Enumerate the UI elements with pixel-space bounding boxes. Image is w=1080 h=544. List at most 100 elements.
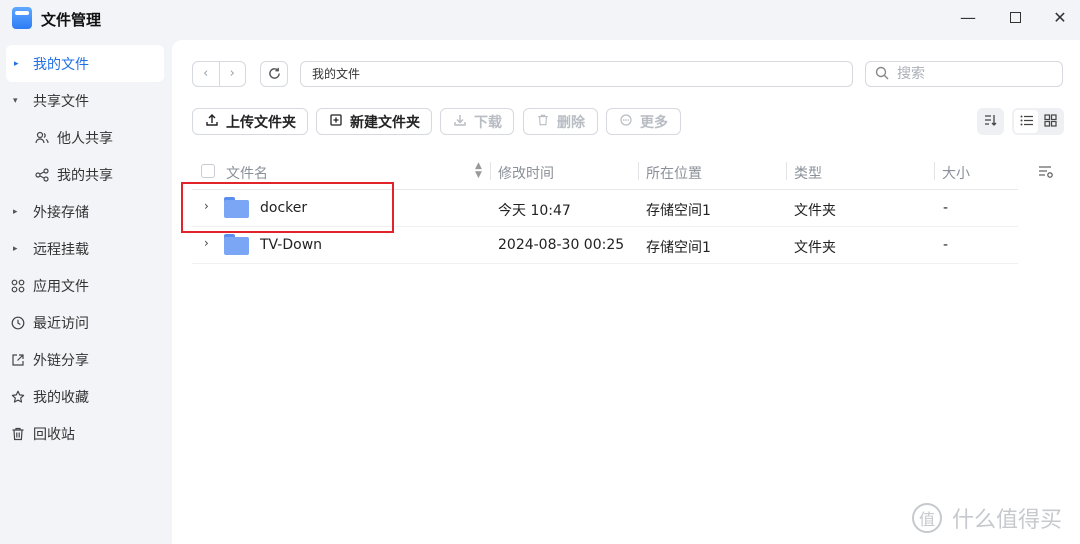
caret-right-icon: ▸: [13, 206, 18, 217]
refresh-button[interactable]: [260, 61, 288, 87]
sidebar-item-recycle-bin[interactable]: 回收站: [0, 415, 170, 452]
link-share-icon: [10, 352, 25, 367]
view-mode-toggle: [1012, 108, 1064, 135]
sort-button[interactable]: [977, 108, 1004, 135]
column-header-modified[interactable]: 修改时间: [498, 163, 554, 183]
column-divider: [786, 162, 787, 180]
new-folder-button[interactable]: 新建文件夹: [316, 108, 432, 135]
watermark-text: 什么值得买: [952, 508, 1063, 533]
column-header-size[interactable]: 大小: [942, 163, 970, 183]
sort-icon: [985, 115, 997, 126]
sort-arrows-icon[interactable]: ▲ ▼: [475, 162, 482, 180]
sidebar: ▸ 我的文件 ▾ 共享文件 他人共享 我的共享 ▸ 外接存储 ▸ 远程挂载 应用…: [0, 45, 170, 452]
app-title: 文件管理: [41, 11, 102, 29]
search-icon: [875, 62, 889, 86]
back-button[interactable]: ‹: [193, 62, 220, 86]
grid-view-button[interactable]: [1038, 110, 1062, 133]
sidebar-item-shared-by-others[interactable]: 他人共享: [0, 119, 170, 156]
upload-icon: [206, 114, 218, 129]
modified-time: 2024-08-30 00:25: [498, 237, 625, 253]
history-nav: ‹ ›: [192, 61, 246, 87]
watermark-logo: 值: [912, 503, 942, 533]
location: 存储空间1: [646, 203, 711, 219]
location: 存储空间1: [646, 240, 711, 256]
star-icon: [10, 389, 25, 404]
sidebar-item-label: 共享文件: [33, 93, 89, 110]
watermark: 值 什么值得买: [912, 502, 1062, 534]
file-type: 文件夹: [794, 203, 836, 219]
delete-button[interactable]: 删除: [523, 108, 598, 135]
new-folder-icon: [330, 114, 342, 129]
sidebar-item-my-shares[interactable]: 我的共享: [0, 156, 170, 193]
path-breadcrumb[interactable]: 我的文件: [300, 61, 853, 87]
sidebar-item-label: 远程挂载: [33, 241, 89, 258]
download-label: 下载: [474, 114, 502, 131]
column-header-name[interactable]: 文件名: [226, 163, 268, 183]
trash-icon: [537, 114, 549, 129]
close-button[interactable]: ✕: [1048, 7, 1072, 29]
sidebar-item-label: 外链分享: [33, 352, 89, 369]
chevron-right-icon: ›: [229, 66, 235, 81]
new-folder-label: 新建文件夹: [350, 114, 420, 131]
column-settings-icon: [1039, 166, 1053, 178]
forward-button[interactable]: ›: [220, 62, 246, 86]
sidebar-item-favorites[interactable]: 我的收藏: [0, 378, 170, 415]
file-size: -: [943, 200, 949, 216]
sidebar-item-recent[interactable]: 最近访问: [0, 304, 170, 341]
clock-icon: [10, 315, 25, 330]
upload-folder-button[interactable]: 上传文件夹: [192, 108, 308, 135]
column-header-location[interactable]: 所在位置: [646, 163, 702, 183]
file-size: -: [943, 237, 949, 253]
upload-folder-label: 上传文件夹: [226, 114, 296, 131]
sidebar-item-external-storage[interactable]: ▸ 外接存储: [0, 193, 170, 230]
chevron-left-icon: ‹: [203, 66, 209, 81]
caret-right-icon: ▸: [13, 243, 18, 254]
folder-icon: [224, 234, 249, 255]
apps-icon: [10, 278, 25, 293]
sidebar-item-label: 我的文件: [33, 56, 89, 73]
more-button[interactable]: 更多: [606, 108, 681, 135]
sidebar-item-label: 外接存储: [33, 204, 89, 221]
sidebar-item-remote-mount[interactable]: ▸ 远程挂载: [0, 230, 170, 267]
refresh-icon: [268, 67, 280, 79]
maximize-button[interactable]: [1003, 7, 1027, 29]
column-divider: [638, 162, 639, 180]
search-input[interactable]: 搜索: [865, 61, 1063, 87]
sidebar-item-external-link-share[interactable]: 外链分享: [0, 341, 170, 378]
sidebar-item-label: 他人共享: [57, 130, 113, 147]
maximize-icon: [1009, 11, 1021, 23]
list-view-icon: [1020, 115, 1033, 126]
column-divider: [934, 162, 935, 180]
column-header-type[interactable]: 类型: [794, 163, 822, 183]
caret-down-icon: ▾: [13, 95, 18, 106]
sidebar-item-app-files[interactable]: 应用文件: [0, 267, 170, 304]
delete-label: 删除: [557, 114, 585, 131]
caret-right-icon: ▸: [14, 58, 19, 69]
chevron-right-icon[interactable]: ›: [204, 236, 209, 250]
highlight-annotation-box: [181, 182, 394, 233]
sidebar-item-label: 最近访问: [33, 315, 89, 332]
search-placeholder: 搜索: [897, 66, 925, 82]
download-button[interactable]: 下载: [440, 108, 514, 135]
file-name[interactable]: TV-Down: [260, 237, 322, 253]
sidebar-item-label: 回收站: [33, 426, 75, 443]
grid-view-icon: [1043, 114, 1057, 127]
select-all-checkbox[interactable]: [201, 164, 215, 178]
file-type: 文件夹: [794, 240, 836, 256]
sidebar-item-shared-files[interactable]: ▾ 共享文件: [0, 82, 170, 119]
list-view-button[interactable]: [1014, 110, 1038, 133]
more-label: 更多: [640, 114, 668, 131]
minimize-button[interactable]: —: [956, 7, 980, 29]
column-divider: [490, 162, 491, 180]
sidebar-item-my-files[interactable]: ▸ 我的文件: [6, 45, 164, 82]
modified-time: 今天 10:47: [498, 203, 571, 219]
users-icon: [34, 130, 49, 145]
column-settings-button[interactable]: [1038, 165, 1054, 183]
sidebar-item-label: 我的共享: [57, 167, 113, 184]
title-bar: 文件管理 — ✕: [0, 0, 1080, 38]
main-panel: ‹ › 我的文件 搜索 上传文件夹 新建文件夹 下载 删除 更多 文件名 ▲ ▼…: [172, 40, 1080, 544]
sidebar-item-label: 我的收藏: [33, 389, 89, 406]
share-icon: [34, 167, 49, 182]
more-icon: [620, 114, 632, 129]
file-manager-app-icon: [12, 7, 32, 29]
